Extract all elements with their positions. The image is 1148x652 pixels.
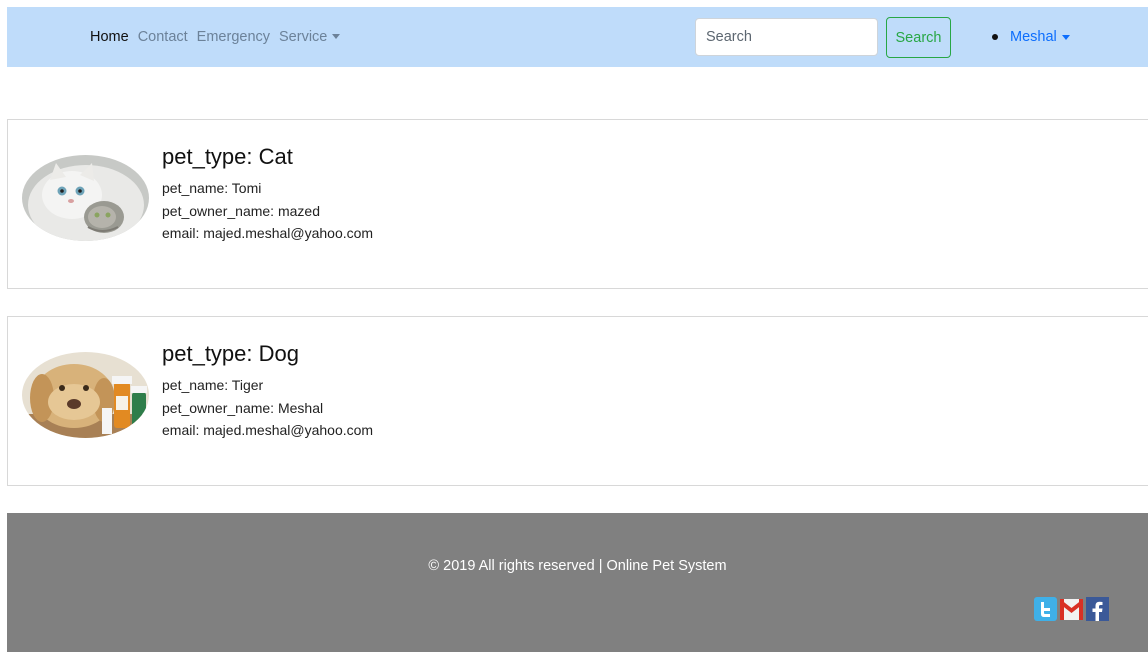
- nav-link-service-dropdown[interactable]: Service: [279, 29, 341, 45]
- service-label: Service: [279, 29, 328, 45]
- cat-photo-icon: [22, 155, 149, 241]
- pet-email: email: majed.meshal@yahoo.com: [162, 225, 374, 241]
- pet-details: pet_type: Dog pet_name: Tiger pet_owner_…: [162, 341, 373, 442]
- nav-links: Home Contact Emergency Service: [90, 7, 349, 67]
- copyright-text: © 2019 All rights reserved | Online Pet …: [428, 558, 727, 574]
- pet-details: pet_type: Cat pet_name: Tomi pet_owner_n…: [162, 144, 373, 245]
- nav-link-home[interactable]: Home: [90, 29, 129, 45]
- pet-owner-name: pet_owner_name: mazed: [162, 202, 320, 219]
- pet-type-heading: pet_type: Cat: [162, 144, 293, 169]
- footer: © 2019 All rights reserved | Online Pet …: [7, 513, 1148, 652]
- pet-email: email: majed.meshal@yahoo.com: [162, 422, 374, 438]
- nav-link-emergency[interactable]: Emergency: [197, 29, 270, 45]
- pet-type-heading: pet_type: Dog: [162, 341, 299, 366]
- twitter-icon[interactable]: [1034, 594, 1057, 623]
- pet-name: pet_name: Tomi: [162, 180, 262, 196]
- user-menu-dropdown[interactable]: Meshal: [992, 7, 1070, 67]
- social-links: [1034, 594, 1109, 623]
- pet-card: pet_type: Dog pet_name: Tiger pet_owner_…: [7, 316, 1148, 486]
- caret-down-icon: [1061, 34, 1070, 40]
- dog-photo-icon: [22, 352, 149, 438]
- caret-down-icon: [332, 34, 341, 39]
- search-input[interactable]: [695, 18, 878, 56]
- search-button[interactable]: Search: [886, 17, 951, 58]
- pet-owner-name: pet_owner_name: Meshal: [162, 399, 324, 416]
- pet-name: pet_name: Tiger: [162, 377, 264, 393]
- facebook-icon[interactable]: [1086, 594, 1109, 623]
- user-name: Meshal: [1010, 29, 1057, 45]
- gmail-icon[interactable]: [1060, 594, 1083, 623]
- bullet-icon: [992, 34, 998, 40]
- navbar: Home Contact Emergency Service Search Me…: [7, 7, 1148, 67]
- pet-card: pet_type: Cat pet_name: Tomi pet_owner_n…: [7, 119, 1148, 289]
- nav-link-contact[interactable]: Contact: [138, 29, 188, 45]
